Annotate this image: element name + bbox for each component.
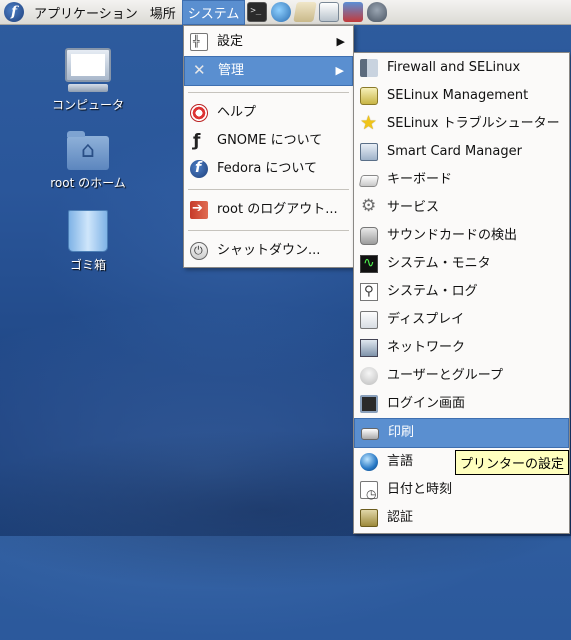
submenu-item-date-time[interactable]: 日付と時刻	[354, 476, 569, 508]
system-log-icon	[360, 278, 378, 306]
network-icon	[360, 339, 378, 357]
system-dropdown-menu: 設定 ▶ 管理 ▶ ヘルプ GNOME について Fedora について roo…	[183, 25, 354, 268]
submenu-item-label: ユーザーとグループ	[387, 368, 503, 383]
preferences-icon	[190, 28, 208, 56]
applications-menu[interactable]: アプリケーション	[28, 0, 144, 25]
submenu-item-label: SELinux トラブルシューター	[387, 116, 560, 131]
submenu-item-label: システム・ログ	[387, 284, 478, 299]
administration-icon	[191, 56, 209, 84]
submenu-arrow-icon: ▶	[335, 64, 344, 77]
submenu-arrow-icon: ▶	[336, 35, 345, 48]
submenu-item-selinux-troubleshooter[interactable]: SELinux トラブルシューター	[354, 109, 569, 138]
submenu-item-login-screen[interactable]: ログイン画面	[354, 390, 569, 418]
display-icon	[360, 311, 378, 329]
menu-item-label: シャットダウン...	[217, 243, 321, 258]
calculator-icon[interactable]	[367, 2, 388, 22]
menu-item-about-gnome[interactable]: GNOME について	[184, 127, 353, 155]
submenu-item-label: ディスプレイ	[387, 312, 465, 327]
presentation-icon[interactable]	[343, 2, 364, 22]
menu-item-label: ヘルプ	[217, 105, 257, 120]
authentication-icon	[360, 509, 378, 527]
shutdown-icon	[190, 237, 208, 265]
menu-item-administration[interactable]: 管理 ▶	[184, 56, 353, 86]
gnome-icon	[190, 127, 208, 155]
submenu-item-label: システム・モニタ	[387, 256, 491, 271]
submenu-item-services[interactable]: サービス	[354, 192, 569, 222]
printer-icon	[361, 428, 379, 440]
home-folder-icon	[67, 131, 109, 170]
submenu-item-display[interactable]: ディスプレイ	[354, 306, 569, 334]
computer-icon	[65, 48, 111, 82]
text-editor-icon[interactable]	[319, 2, 340, 22]
desktop-icon-label: コンピュータ	[51, 98, 124, 112]
menu-item-help[interactable]: ヘルプ	[184, 99, 353, 127]
menu-separator	[188, 189, 349, 190]
help-icon	[190, 104, 208, 122]
logout-icon	[190, 195, 208, 223]
submenu-item-keyboard[interactable]: キーボード	[354, 166, 569, 194]
submenu-item-label: ログイン画面	[387, 396, 466, 411]
services-icon	[360, 192, 378, 220]
fedora-icon	[190, 154, 208, 182]
login-screen-icon	[360, 395, 378, 413]
menu-item-label: 設定	[217, 34, 244, 49]
menu-separator	[188, 92, 349, 93]
desktop-icon-computer[interactable]: コンピュータ	[40, 48, 136, 113]
top-panel: f アプリケーション 場所 システム	[0, 0, 571, 25]
soundcard-icon	[360, 227, 378, 245]
language-icon	[360, 453, 378, 471]
keyboard-icon	[358, 175, 380, 187]
menu-item-label: GNOME について	[217, 133, 323, 148]
submenu-item-label: 言語	[387, 454, 414, 469]
menu-item-label: 管理	[218, 63, 245, 78]
submenu-item-label: 認証	[387, 510, 414, 525]
submenu-item-label: Smart Card Manager	[387, 144, 522, 159]
fedora-logo-icon[interactable]: f	[4, 2, 24, 22]
submenu-item-label: 印刷	[388, 425, 415, 440]
tooltip: プリンターの設定	[455, 450, 570, 475]
web-browser-icon[interactable]	[271, 2, 292, 22]
submenu-item-printing[interactable]: 印刷	[354, 418, 569, 448]
submenu-item-label: ネットワーク	[387, 340, 466, 355]
date-time-icon	[360, 480, 378, 508]
desktop-icon-label: ゴミ箱	[69, 258, 106, 272]
submenu-item-selinux-management[interactable]: SELinux Management	[354, 82, 569, 110]
desktop-icon-home[interactable]: root のホーム	[40, 131, 136, 191]
menu-item-label: root のログアウト...	[217, 202, 338, 217]
menu-item-shutdown[interactable]: シャットダウン...	[184, 237, 353, 265]
submenu-item-network[interactable]: ネットワーク	[354, 334, 569, 362]
terminal-icon[interactable]	[247, 2, 268, 22]
star-icon	[360, 109, 378, 137]
submenu-item-label: サービス	[387, 200, 440, 215]
desktop-icon-label: root のホーム	[50, 176, 126, 190]
trash-icon	[68, 210, 108, 252]
submenu-item-system-monitor[interactable]: システム・モニタ	[354, 249, 569, 278]
submenu-item-authentication[interactable]: 認証	[354, 504, 569, 532]
menu-separator	[188, 230, 349, 231]
submenu-item-label: 日付と時刻	[387, 482, 453, 497]
smartcard-icon	[360, 143, 378, 161]
submenu-item-label: キーボード	[387, 172, 453, 187]
submenu-item-soundcard[interactable]: サウンドカードの検出	[354, 222, 569, 250]
submenu-item-firewall[interactable]: Firewall and SELinux	[354, 54, 569, 82]
users-icon	[360, 367, 378, 385]
submenu-item-label: SELinux Management	[387, 88, 529, 103]
menu-item-about-fedora[interactable]: Fedora について	[184, 154, 353, 183]
menu-item-logout[interactable]: root のログアウト...	[184, 195, 353, 224]
submenu-item-smart-card[interactable]: Smart Card Manager	[354, 138, 569, 166]
submenu-item-users-groups[interactable]: ユーザーとグループ	[354, 362, 569, 390]
system-monitor-icon	[360, 249, 378, 277]
submenu-item-label: サウンドカードの検出	[387, 228, 518, 243]
system-menu[interactable]: システム	[181, 0, 246, 25]
mail-icon[interactable]	[293, 2, 318, 22]
submenu-item-label: Firewall and SELinux	[387, 60, 521, 75]
places-menu[interactable]: 場所	[144, 0, 182, 25]
desktop-icon-trash[interactable]: ゴミ箱	[40, 210, 136, 273]
menu-item-preferences[interactable]: 設定 ▶	[184, 28, 353, 56]
firewall-icon	[360, 59, 378, 77]
submenu-item-system-log[interactable]: システム・ログ	[354, 278, 569, 306]
selinux-icon	[360, 87, 378, 105]
menu-item-label: Fedora について	[217, 161, 318, 176]
